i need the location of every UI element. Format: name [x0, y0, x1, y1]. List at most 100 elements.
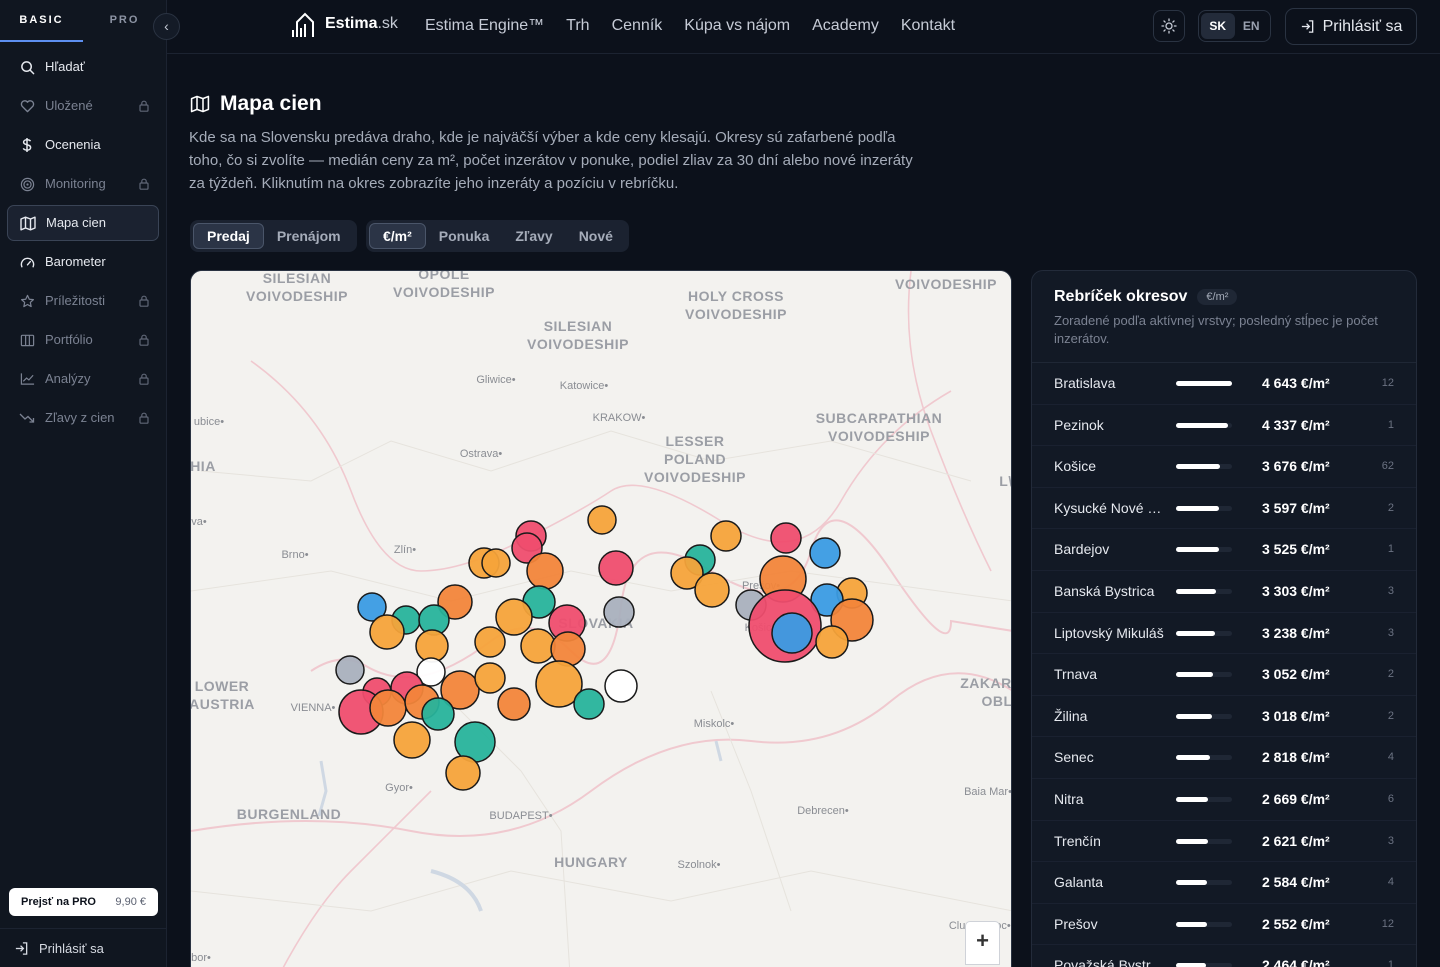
district-bubble[interactable] [710, 520, 742, 552]
map-label: Brno• [281, 549, 308, 561]
ranking-row[interactable]: Trnava 3 052 €/m² 2 [1032, 654, 1416, 696]
listing-count: 4 [1387, 876, 1394, 889]
district-bubble[interactable] [495, 598, 533, 636]
ranking-row[interactable]: Považská Bystrica 2 464 €/m² 1 [1032, 945, 1416, 967]
sidebar-item-zlavy-z-cien[interactable]: Zľavy z cien [7, 400, 159, 436]
sidebar-collapse-button[interactable]: ‹ [153, 13, 180, 40]
district-bubble[interactable] [815, 625, 849, 659]
tab-ponuka[interactable]: Ponuka [426, 223, 503, 249]
tab-price-per-m2[interactable]: €/m² [369, 223, 426, 249]
map-label: VOIVODESHIP [895, 276, 997, 292]
theme-toggle-button[interactable] [1153, 10, 1185, 42]
ranking-row[interactable]: Senec 2 818 €/m² 4 [1032, 737, 1416, 779]
ranking-row[interactable]: Nitra 2 669 €/m² 6 [1032, 779, 1416, 821]
district-bubble[interactable] [474, 626, 506, 658]
district-bubble[interactable] [421, 697, 455, 731]
lang-en[interactable]: EN [1235, 13, 1269, 39]
district-bubble[interactable] [520, 628, 556, 664]
listing-count: 1 [1387, 418, 1394, 431]
ranking-row[interactable]: Prešov 2 552 €/m² 12 [1032, 904, 1416, 946]
value-bar [1176, 796, 1232, 802]
tab-prenajom[interactable]: Prenájom [264, 223, 354, 249]
district-bubble[interactable] [445, 755, 481, 791]
district-bubble[interactable] [809, 537, 841, 569]
sidebar-item-portfolio[interactable]: Portfólio [7, 322, 159, 358]
sidebar-login-button[interactable]: Prihlásiť sa [0, 928, 167, 967]
ranking-row[interactable]: Galanta 2 584 €/m² 4 [1032, 862, 1416, 904]
sidebar-item-mapa-cien[interactable]: Mapa cien [7, 205, 159, 241]
district-bubble[interactable] [598, 550, 634, 586]
header-login-button[interactable]: Prihlásiť sa [1285, 8, 1417, 45]
sidebar-item-ulozene[interactable]: Uložené [7, 88, 159, 124]
map-canvas[interactable]: SILESIAN VOIVODESHIP OPOLE VOIVODESHIP HOLY … [191, 271, 1012, 967]
zoom-in-button[interactable]: + [965, 921, 1000, 965]
ranking-title: Rebríček okresov €/m² [1054, 288, 1394, 306]
district-bubble[interactable] [474, 662, 506, 694]
tab-zlavy[interactable]: Zľavy [502, 223, 565, 249]
value-bar-fill [1176, 796, 1209, 802]
sidebar-item-monitoring[interactable]: Monitoring [7, 166, 159, 202]
nav-link-trh[interactable]: Trh [566, 17, 589, 35]
ranking-row[interactable]: Bardejov 3 525 €/m² 1 [1032, 529, 1416, 571]
district-bubble[interactable] [481, 548, 511, 578]
value-bar-fill [1176, 880, 1208, 886]
district-value: 2 584 €/m² [1262, 874, 1330, 891]
district-bubble[interactable] [770, 522, 802, 554]
nav-link-kontakt[interactable]: Kontakt [901, 17, 955, 35]
ranking-row[interactable]: Bratislava 4 643 €/m² 12 [1032, 363, 1416, 405]
map-label: AUSTRIA [191, 696, 255, 712]
district-value: 3 525 €/m² [1262, 541, 1330, 558]
ranking-row[interactable]: Kysucké Nové Mesto 3 597 €/m² 2 [1032, 488, 1416, 530]
district-bubble[interactable] [497, 687, 531, 721]
district-name: Senec [1054, 749, 1094, 766]
login-icon [15, 941, 28, 955]
tab-predaj[interactable]: Predaj [193, 223, 264, 249]
district-bubble[interactable] [587, 505, 617, 535]
nav-link-kupa-vs-najom[interactable]: Kúpa vs nájom [684, 17, 790, 35]
sidebar-item-barometer[interactable]: Barometer [7, 244, 159, 280]
sidebar-item-hladat[interactable]: Hľadať [7, 49, 159, 85]
listing-count: 2 [1387, 501, 1394, 514]
ranking-row[interactable]: Pezinok 4 337 €/m² 1 [1032, 405, 1416, 447]
tab-nove[interactable]: Nové [566, 223, 626, 249]
district-bubble[interactable] [604, 669, 638, 703]
sidebar-item-analyzy[interactable]: Analýzy [7, 361, 159, 397]
district-bubble[interactable] [415, 629, 449, 663]
district-bubble[interactable] [771, 612, 813, 654]
plan-tab-basic[interactable]: BASIC [0, 0, 83, 42]
top-nav: Estima.sk Estima Engine™ Trh Cenník Kúpa… [167, 0, 1440, 54]
map-label: Gliwice• [476, 374, 515, 386]
nav-link-estima-engine[interactable]: Estima Engine™ [425, 17, 544, 35]
lang-sk[interactable]: SK [1201, 13, 1235, 39]
ranking-row[interactable]: Banská Bystrica 3 303 €/m² 3 [1032, 571, 1416, 613]
district-value: 2 464 €/m² [1262, 957, 1330, 967]
district-bubble[interactable] [573, 688, 605, 720]
chart-line-icon [18, 361, 36, 397]
value-bar-fill [1176, 672, 1213, 678]
ranking-row[interactable]: Trenčín 2 621 €/m² 3 [1032, 821, 1416, 863]
value-bar-fill [1176, 547, 1219, 553]
ranking-row[interactable]: Liptovský Mikuláš 3 238 €/m² 3 [1032, 613, 1416, 655]
search-icon [18, 49, 36, 85]
ranking-row[interactable]: Košice 3 676 €/m² 62 [1032, 446, 1416, 488]
district-ranking: Rebríček okresov €/m² Zoradené podľa akt… [1031, 270, 1417, 967]
upgrade-pro-button[interactable]: Prejsť na PRO 9,90 € [9, 888, 158, 916]
ranking-row[interactable]: Žilina 3 018 €/m² 2 [1032, 696, 1416, 738]
sidebar-item-ocenenia[interactable]: Ocenenia [7, 127, 159, 163]
value-bar-fill [1176, 755, 1210, 761]
district-bubble[interactable] [526, 552, 564, 590]
sidebar-item-prilezitosti[interactable]: Príležitosti [7, 283, 159, 319]
nav-link-academy[interactable]: Academy [812, 17, 879, 35]
sidebar-nav: Hľadať Uložené Ocenenia Monitoring Mapa … [0, 49, 166, 436]
district-bubble[interactable] [393, 721, 431, 759]
district-bubble[interactable] [369, 689, 407, 727]
district-bubble[interactable] [369, 614, 405, 650]
map-label: LESSER [665, 433, 724, 449]
nav-link-cennik[interactable]: Cenník [612, 17, 663, 35]
brand-logo[interactable]: Estima.sk [291, 10, 398, 38]
district-bubble[interactable] [694, 572, 730, 608]
district-bubble[interactable] [603, 596, 635, 628]
map-label: BURGENLAND [237, 806, 342, 822]
price-map[interactable]: SILESIAN VOIVODESHIP OPOLE VOIVODESHIP HOLY … [190, 270, 1012, 967]
district-bubble[interactable] [335, 655, 365, 685]
